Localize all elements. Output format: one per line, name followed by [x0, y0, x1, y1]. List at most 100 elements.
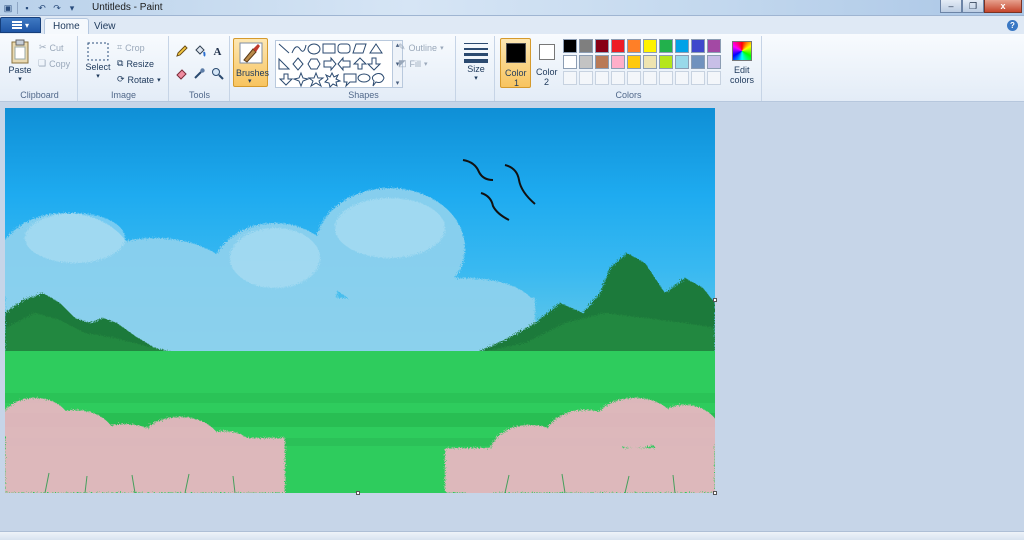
palette-empty-swatch[interactable] [691, 71, 705, 85]
outline-button[interactable]: ✎ Outline ▾ [398, 42, 444, 53]
palette-color-swatch[interactable] [659, 55, 673, 69]
palette-color-swatch[interactable] [611, 39, 625, 53]
color-palette [563, 39, 733, 87]
palette-empty-swatch[interactable] [611, 71, 625, 85]
paint-menu-button[interactable]: ▾ [0, 17, 41, 33]
resize-button[interactable]: ⧉ Resize [117, 58, 154, 69]
palette-color-swatch[interactable] [643, 39, 657, 53]
copy-button[interactable]: ❏ Copy [38, 58, 70, 69]
fill-label: Fill [409, 58, 422, 69]
palette-color-swatch[interactable] [611, 55, 625, 69]
palette-empty-swatch[interactable] [707, 71, 721, 85]
expand-gallery-icon: ▾ [395, 80, 400, 87]
rotate-button[interactable]: ⟳ Rotate ▾ [117, 74, 161, 85]
chevron-down-icon: ▾ [157, 76, 161, 84]
color-spectrum-icon [732, 41, 752, 61]
status-bar [0, 531, 1024, 540]
shapes-group-label: Shapes [348, 90, 379, 100]
tools-group: A Tools [170, 36, 230, 101]
color2-button[interactable]: Color 2 [533, 38, 561, 88]
palette-color-swatch[interactable] [675, 39, 689, 53]
paint-app-icon[interactable]: ▣ [2, 2, 14, 14]
palette-color-swatch[interactable] [563, 39, 577, 53]
palette-color-swatch[interactable] [579, 55, 593, 69]
cut-label: Cut [49, 42, 64, 53]
paste-label: Paste [8, 65, 32, 75]
color1-number: 1 [514, 78, 520, 88]
palette-color-swatch[interactable] [659, 39, 673, 53]
resize-icon: ⧉ [117, 58, 124, 68]
palette-color-swatch[interactable] [627, 55, 641, 69]
size-button[interactable]: Size ▾ [461, 40, 491, 82]
redo-icon[interactable]: ↷ [51, 2, 63, 14]
resize-handle-corner[interactable] [713, 491, 717, 495]
edit-colors-button[interactable]: Edit colors [729, 40, 757, 88]
palette-empty-swatch[interactable] [595, 71, 609, 85]
select-icon [87, 42, 109, 61]
palette-color-swatch[interactable] [707, 39, 721, 53]
resize-label: Resize [126, 58, 154, 69]
save-icon[interactable]: ▪ [21, 2, 33, 14]
palette-color-swatch[interactable] [595, 55, 609, 69]
palette-color-swatch[interactable] [627, 39, 641, 53]
eraser-icon[interactable] [174, 66, 189, 81]
tab-home[interactable]: Home [44, 18, 89, 34]
size-group: Size ▾ [457, 36, 495, 101]
magnifier-icon[interactable] [210, 66, 225, 81]
window-title: Untitleds - Paint [92, 2, 163, 13]
palette-empty-swatch[interactable] [563, 71, 577, 85]
resize-handle-bottom[interactable] [356, 491, 360, 495]
fill-button[interactable]: ◩ Fill ▾ [398, 58, 428, 69]
colors-group-label: Colors [615, 90, 642, 100]
landscape-painting [5, 108, 715, 493]
color2-swatch [539, 44, 555, 60]
palette-color-swatch[interactable] [707, 55, 721, 69]
palette-empty-swatch[interactable] [627, 71, 641, 85]
brushes-button[interactable]: Brushes ▾ [233, 38, 269, 87]
brush-icon [239, 42, 263, 64]
color1-button[interactable]: Color 1 [500, 38, 531, 88]
fill-bucket-icon[interactable] [192, 44, 207, 59]
color-picker-icon[interactable] [192, 66, 207, 81]
crop-button[interactable]: ⌗ Crop [117, 42, 145, 53]
color2-label: Color [536, 67, 558, 77]
customize-qat-icon[interactable]: ▾ [66, 2, 78, 14]
palette-color-swatch[interactable] [675, 55, 689, 69]
rotate-label: Rotate [127, 74, 155, 85]
image-group: Select ▾ ⌗ Crop ⧉ Resize ⟳ Rotate ▾ Imag… [79, 36, 169, 101]
edit-colors-label-line1: Edit [734, 65, 750, 75]
tab-view[interactable]: View [86, 18, 124, 34]
select-button[interactable]: Select ▾ [83, 42, 113, 80]
minimize-button[interactable]: – [940, 0, 962, 13]
close-button[interactable]: x [984, 0, 1022, 13]
restore-button[interactable]: ❐ [962, 0, 984, 13]
shapes-gallery[interactable] [275, 40, 393, 88]
color2-number: 2 [544, 77, 550, 87]
palette-empty-swatch[interactable] [643, 71, 657, 85]
palette-color-swatch[interactable] [579, 39, 593, 53]
chevron-down-icon: ▾ [440, 44, 444, 52]
cut-button[interactable]: ✂ Cut [39, 42, 64, 53]
undo-icon[interactable]: ↶ [36, 2, 48, 14]
palette-color-swatch[interactable] [643, 55, 657, 69]
color1-swatch [506, 43, 526, 63]
palette-color-swatch[interactable] [595, 39, 609, 53]
palette-empty-swatch[interactable] [675, 71, 689, 85]
palette-color-swatch[interactable] [563, 55, 577, 69]
pencil-icon[interactable] [174, 44, 189, 59]
help-icon[interactable]: ? [1007, 20, 1018, 31]
chevron-down-icon: ▾ [24, 20, 29, 30]
palette-color-swatch[interactable] [691, 39, 705, 53]
window-controls: – ❐ x [940, 0, 1022, 13]
size-label: Size [467, 64, 485, 74]
palette-empty-swatch[interactable] [659, 71, 673, 85]
paste-button[interactable]: Paste ▾ [5, 39, 35, 83]
qat-separator [17, 2, 18, 14]
quick-access-toolbar: ▣ ▪ ↶ ↷ ▾ [2, 1, 78, 15]
text-tool-icon[interactable]: A [210, 44, 225, 59]
resize-handle-right[interactable] [713, 298, 717, 302]
color1-label: Color [505, 68, 527, 78]
palette-color-swatch[interactable] [691, 55, 705, 69]
drawing-canvas[interactable] [5, 108, 715, 493]
palette-empty-swatch[interactable] [579, 71, 593, 85]
